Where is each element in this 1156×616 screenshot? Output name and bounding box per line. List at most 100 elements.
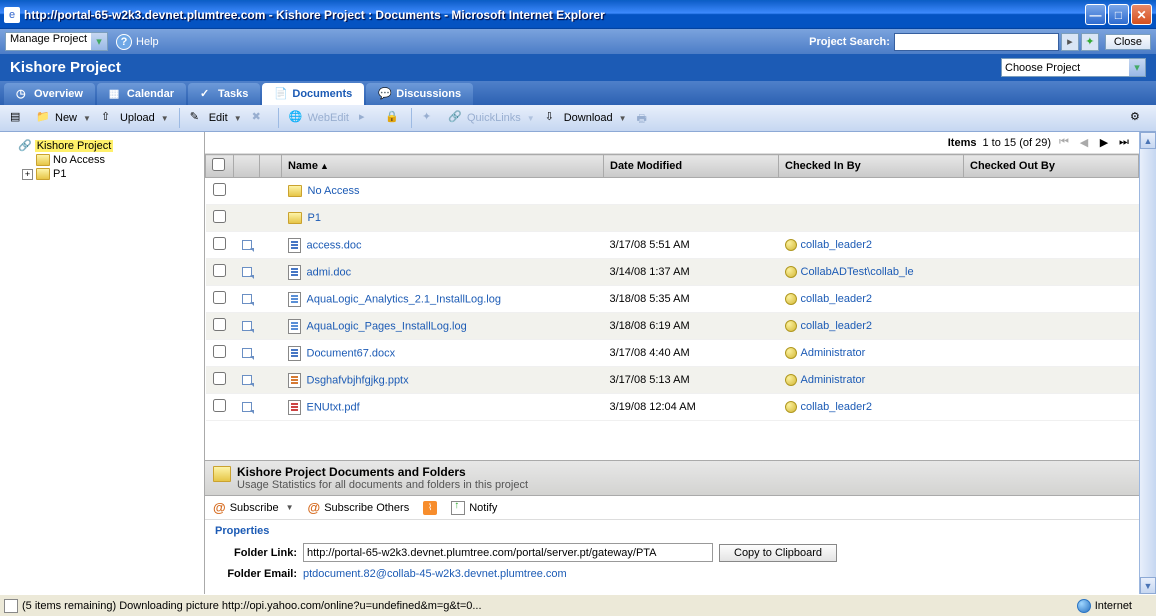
row-checkbox[interactable] — [213, 372, 226, 385]
date-cell — [604, 205, 779, 232]
folder-icon — [213, 466, 231, 482]
tab-documents[interactable]: 📄Documents — [262, 83, 364, 105]
user-link[interactable]: Administrator — [801, 347, 866, 359]
tab-overview[interactable]: ◷Overview — [4, 83, 95, 105]
file-link[interactable]: AquaLogic_Pages_InstallLog.log — [307, 320, 467, 332]
subscribe-button[interactable]: @Subscribe▼ — [213, 500, 294, 515]
checkedout-cell — [964, 178, 1139, 205]
download-button[interactable]: ⇩Download▼ — [541, 108, 631, 128]
checkedin-cell — [779, 205, 964, 232]
choose-project-dropdown[interactable]: Choose Project ▾ — [1001, 58, 1146, 77]
folder-link[interactable]: P1 — [308, 212, 321, 224]
row-checkbox[interactable] — [213, 318, 226, 331]
gear-icon: ⚙ — [1130, 110, 1146, 126]
tree-root-icon: 🔗 — [18, 139, 32, 152]
tab-tasks[interactable]: ✓Tasks — [188, 83, 260, 105]
row-checkbox[interactable] — [213, 210, 226, 223]
icon1-header — [234, 155, 260, 178]
tree-node-p1[interactable]: + P1 — [4, 167, 200, 181]
row-menu-icon[interactable] — [240, 292, 254, 306]
close-window-button[interactable]: ✕ — [1131, 4, 1152, 25]
dropdown-arrow-icon: ▾ — [1129, 59, 1145, 76]
select-all-header[interactable] — [206, 155, 234, 178]
vertical-scrollbar[interactable]: ▲ ▼ — [1139, 132, 1156, 594]
row-checkbox[interactable] — [213, 291, 226, 304]
file-link[interactable]: access.doc — [307, 239, 362, 251]
delete-button[interactable]: ✖ — [248, 108, 272, 128]
page-first-button[interactable]: ⏮ — [1057, 136, 1071, 150]
settings-button[interactable]: ⚙ — [1126, 108, 1150, 128]
select-all-checkbox[interactable] — [212, 158, 225, 171]
tree-toggle-button[interactable]: ▤ — [6, 108, 30, 128]
checkedin-cell: collab_leader2 — [779, 286, 964, 313]
tree-node-noaccess[interactable]: No Access — [4, 153, 200, 167]
help-link[interactable]: Help — [136, 36, 159, 48]
user-link[interactable]: collab_leader2 — [801, 401, 873, 413]
folder-summary: Kishore Project Documents and Folders Us… — [205, 461, 1139, 496]
user-link[interactable]: collab_leader2 — [801, 293, 873, 305]
search-input[interactable] — [894, 33, 1059, 51]
checkedout-header[interactable]: Checked Out By — [964, 155, 1139, 178]
name-header[interactable]: Name▲ — [282, 155, 604, 178]
date-header[interactable]: Date Modified — [604, 155, 779, 178]
subscribe-others-button[interactable]: @Subscribe Others — [308, 500, 410, 515]
minimize-button[interactable]: — — [1085, 4, 1106, 25]
rss-icon[interactable]: ⌇ — [423, 501, 437, 515]
row-checkbox[interactable] — [213, 237, 226, 250]
folder-icon — [36, 154, 50, 166]
row-checkbox[interactable] — [213, 345, 226, 358]
file-link[interactable]: admi.doc — [307, 266, 352, 278]
scroll-track[interactable] — [1140, 149, 1156, 577]
properties-section: Properties Folder Link: Copy to Clipboar… — [205, 520, 1139, 594]
content-area: 🔗 Kishore Project No Access + P1 Items 1… — [0, 132, 1156, 594]
search-go-button[interactable]: ▸ — [1061, 33, 1079, 51]
row-menu-icon[interactable] — [240, 238, 254, 252]
file-link[interactable]: Dsghafvbjhfgjkg.pptx — [307, 374, 409, 386]
tree-root-node[interactable]: 🔗 Kishore Project — [4, 138, 200, 153]
window-controls: — □ ✕ — [1085, 4, 1152, 25]
date-cell: 3/18/08 5:35 AM — [604, 286, 779, 313]
close-button[interactable]: Close — [1105, 34, 1151, 50]
notify-button[interactable]: Notify — [451, 501, 497, 515]
search-advanced-button[interactable]: ✦ — [1081, 33, 1099, 51]
row-checkbox[interactable] — [213, 264, 226, 277]
copy-clipboard-button[interactable]: Copy to Clipboard — [719, 544, 837, 562]
tab-discussions[interactable]: 💬Discussions — [366, 83, 473, 105]
page-prev-button[interactable]: ◀ — [1077, 136, 1091, 150]
date-cell: 3/19/08 12:04 AM — [604, 394, 779, 421]
chevron-down-icon: ▼ — [234, 114, 242, 123]
file-link[interactable]: AquaLogic_Analytics_2.1_InstallLog.log — [307, 293, 501, 305]
user-link[interactable]: collab_leader2 — [801, 320, 873, 332]
scroll-down-button[interactable]: ▼ — [1140, 577, 1156, 594]
folder-link[interactable]: No Access — [308, 185, 360, 197]
checkedin-header[interactable]: Checked In By — [779, 155, 964, 178]
new-button[interactable]: 📁New▼ — [32, 108, 95, 128]
scroll-up-button[interactable]: ▲ — [1140, 132, 1156, 149]
attach-icon: ✦ — [422, 110, 438, 126]
page-last-button[interactable]: ⏭ — [1117, 136, 1131, 150]
name-cell: Document67.docx — [282, 340, 604, 367]
tab-calendar[interactable]: ▦Calendar — [97, 83, 186, 105]
help-icon[interactable]: ? — [116, 34, 132, 50]
row-menu-icon[interactable] — [240, 265, 254, 279]
user-link[interactable]: collab_leader2 — [801, 239, 873, 251]
row-menu-icon[interactable] — [240, 373, 254, 387]
maximize-button[interactable]: □ — [1108, 4, 1129, 25]
row-menu-icon[interactable] — [240, 319, 254, 333]
file-link[interactable]: ENUtxt.pdf — [307, 401, 360, 413]
row-checkbox[interactable] — [213, 183, 226, 196]
manage-project-dropdown[interactable]: Manage Project ▾ — [5, 32, 108, 51]
user-link[interactable]: CollabADTest\collab_le — [801, 266, 914, 278]
edit-button[interactable]: ✎Edit▼ — [186, 108, 246, 128]
folder-link-input[interactable] — [303, 543, 713, 562]
folder-email-link[interactable]: ptdocument.82@collab-45-w2k3.devnet.plum… — [303, 568, 567, 580]
row-checkbox[interactable] — [213, 399, 226, 412]
titlebar: e http://portal-65-w2k3.devnet.plumtree.… — [0, 0, 1156, 29]
file-link[interactable]: Document67.docx — [307, 347, 396, 359]
row-menu-icon[interactable] — [240, 400, 254, 414]
row-menu-icon[interactable] — [240, 346, 254, 360]
upload-button[interactable]: ⇧Upload▼ — [97, 108, 173, 128]
page-next-button[interactable]: ▶ — [1097, 136, 1111, 150]
user-link[interactable]: Administrator — [801, 374, 866, 386]
tree-expander[interactable]: + — [22, 169, 33, 180]
